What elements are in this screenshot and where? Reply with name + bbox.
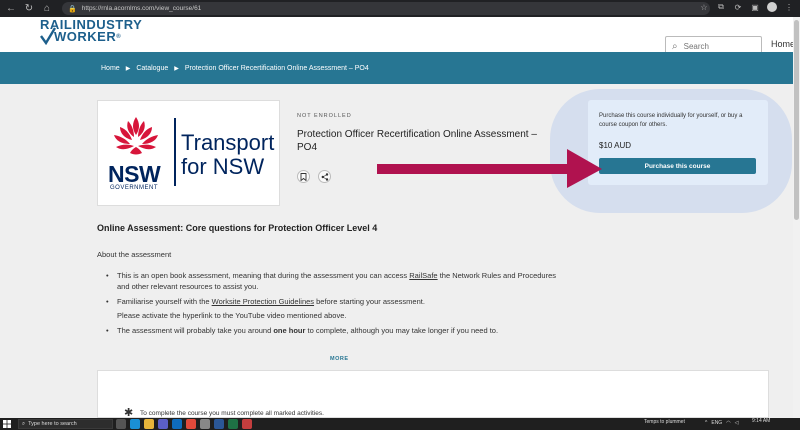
course-section-heading: Online Assessment: Core questions for Pr… bbox=[97, 223, 378, 233]
browser-toolbar: ← ↻ ⌂ 🔒 https://rnla.acornlms.com/view_c… bbox=[0, 0, 800, 17]
breadcrumb-separator-icon: ▶ bbox=[125, 65, 131, 72]
about-heading: About the assessment bbox=[97, 250, 172, 259]
tabs-icon[interactable]: ▣ bbox=[750, 3, 760, 12]
site-header: RAILINDUSTRY WORKER® ⌕ Home bbox=[0, 17, 795, 56]
home-icon[interactable]: ⌂ bbox=[40, 2, 54, 16]
taskbar-search[interactable]: ⌕ Type here to search bbox=[18, 419, 113, 429]
system-tray: ^ ENG ◠ ◁ bbox=[705, 420, 738, 426]
taskbar-search-icon: ⌕ bbox=[22, 420, 26, 427]
list-item: The assessment will probably take you ar… bbox=[106, 325, 556, 336]
back-icon[interactable]: ← bbox=[4, 2, 18, 16]
extensions-icon[interactable]: ⧉ bbox=[716, 2, 726, 12]
share-icon[interactable] bbox=[318, 170, 331, 183]
completion-note: To complete the course you must complete… bbox=[140, 410, 324, 417]
home-link[interactable]: Home bbox=[771, 39, 795, 49]
scrollbar-thumb[interactable] bbox=[794, 20, 799, 220]
breadcrumb-home[interactable]: Home bbox=[101, 65, 120, 72]
waratah-icon bbox=[114, 117, 158, 155]
site-logo[interactable]: RAILINDUSTRY WORKER® bbox=[40, 18, 142, 45]
logo-tm: ® bbox=[116, 34, 122, 40]
taskbar-search-placeholder: Type here to search bbox=[28, 421, 77, 427]
profile-avatar[interactable] bbox=[767, 2, 777, 12]
logo-check-icon bbox=[40, 27, 56, 45]
bookmark-icon[interactable] bbox=[297, 170, 310, 183]
app-icon[interactable] bbox=[242, 419, 252, 429]
reload-icon[interactable]: ↻ bbox=[22, 2, 36, 16]
assessment-info-list: This is an open book assessment, meaning… bbox=[106, 270, 556, 340]
taskbar-clock[interactable]: 9:14 AM bbox=[752, 418, 770, 424]
list-item-note: Please activate the hyperlink to the You… bbox=[117, 311, 347, 320]
nsw-wordmark: NSW bbox=[108, 161, 161, 187]
windows-taskbar: ⌕ Type here to search Temps to plummet ^… bbox=[0, 418, 800, 430]
teams-icon[interactable] bbox=[158, 419, 168, 429]
windows-start-icon[interactable] bbox=[0, 418, 14, 430]
transport-wordmark: Transport for NSW bbox=[181, 131, 274, 179]
word-icon[interactable] bbox=[214, 419, 224, 429]
worksite-guidelines-link[interactable]: Worksite Protection Guidelines bbox=[212, 297, 314, 306]
logo-divider bbox=[174, 118, 176, 186]
more-button[interactable]: MORE bbox=[330, 356, 349, 362]
course-image: NSW GOVERNMENT Transport for NSW bbox=[97, 100, 280, 206]
enrollment-status: NOT ENROLLED bbox=[297, 113, 352, 119]
tray-expand-icon[interactable]: ^ bbox=[705, 420, 707, 426]
search-icon: ⌕ bbox=[672, 40, 678, 52]
photos-icon[interactable] bbox=[200, 419, 210, 429]
breadcrumb-separator-icon: ▶ bbox=[174, 65, 179, 72]
volume-icon[interactable]: ◁ bbox=[735, 420, 739, 426]
list-item: Familiarise yourself with the Worksite P… bbox=[106, 296, 556, 307]
breadcrumb-current: Protection Officer Recertification Onlin… bbox=[184, 64, 369, 72]
breadcrumb-catalogue[interactable]: Catalogue bbox=[136, 65, 168, 72]
transport-line1: Transport bbox=[181, 130, 275, 155]
purchase-card: Purchase this course individually for yo… bbox=[588, 100, 768, 185]
menu-icon[interactable]: ⋮ bbox=[784, 3, 794, 12]
purchase-course-button[interactable]: Purchase this course bbox=[599, 158, 756, 174]
browser-actions: ☆ ⧉ ⟳ ▣ ⋮ bbox=[699, 2, 794, 12]
address-url: https://rnla.acornlms.com/view_course/61 bbox=[81, 5, 202, 12]
task-view-icon[interactable] bbox=[116, 419, 126, 429]
language-indicator[interactable]: ENG bbox=[711, 420, 722, 426]
course-price: $10 AUD bbox=[599, 141, 632, 150]
list-item: This is an open book assessment, meaning… bbox=[106, 270, 556, 292]
transport-line2: for NSW bbox=[181, 154, 265, 179]
lock-icon: 🔒 bbox=[68, 5, 77, 13]
explorer-icon[interactable] bbox=[144, 419, 154, 429]
search-input[interactable] bbox=[683, 41, 744, 51]
outlook-icon[interactable] bbox=[172, 419, 182, 429]
taskbar-weather[interactable]: Temps to plummet bbox=[644, 419, 685, 425]
content-fade bbox=[97, 343, 557, 353]
government-label: GOVERNMENT bbox=[110, 185, 159, 191]
arrow-annotation-icon bbox=[377, 149, 602, 188]
refresh-icon[interactable]: ⟳ bbox=[733, 3, 743, 12]
excel-icon[interactable] bbox=[228, 419, 238, 429]
edge-icon[interactable] bbox=[130, 419, 140, 429]
railsafe-link[interactable]: RailSafe bbox=[409, 271, 437, 280]
address-bar[interactable]: 🔒 https://rnla.acornlms.com/view_course/… bbox=[62, 2, 710, 15]
purchase-description: Purchase this course individually for yo… bbox=[599, 113, 743, 128]
taskbar-apps bbox=[116, 419, 252, 429]
breadcrumb: Home ▶ Catalogue ▶ Protection Officer Re… bbox=[0, 52, 793, 84]
star-icon[interactable]: ☆ bbox=[699, 3, 709, 12]
logo-line2: WORKER bbox=[54, 29, 117, 44]
wifi-icon[interactable]: ◠ bbox=[726, 420, 730, 426]
chrome-icon[interactable] bbox=[186, 419, 196, 429]
